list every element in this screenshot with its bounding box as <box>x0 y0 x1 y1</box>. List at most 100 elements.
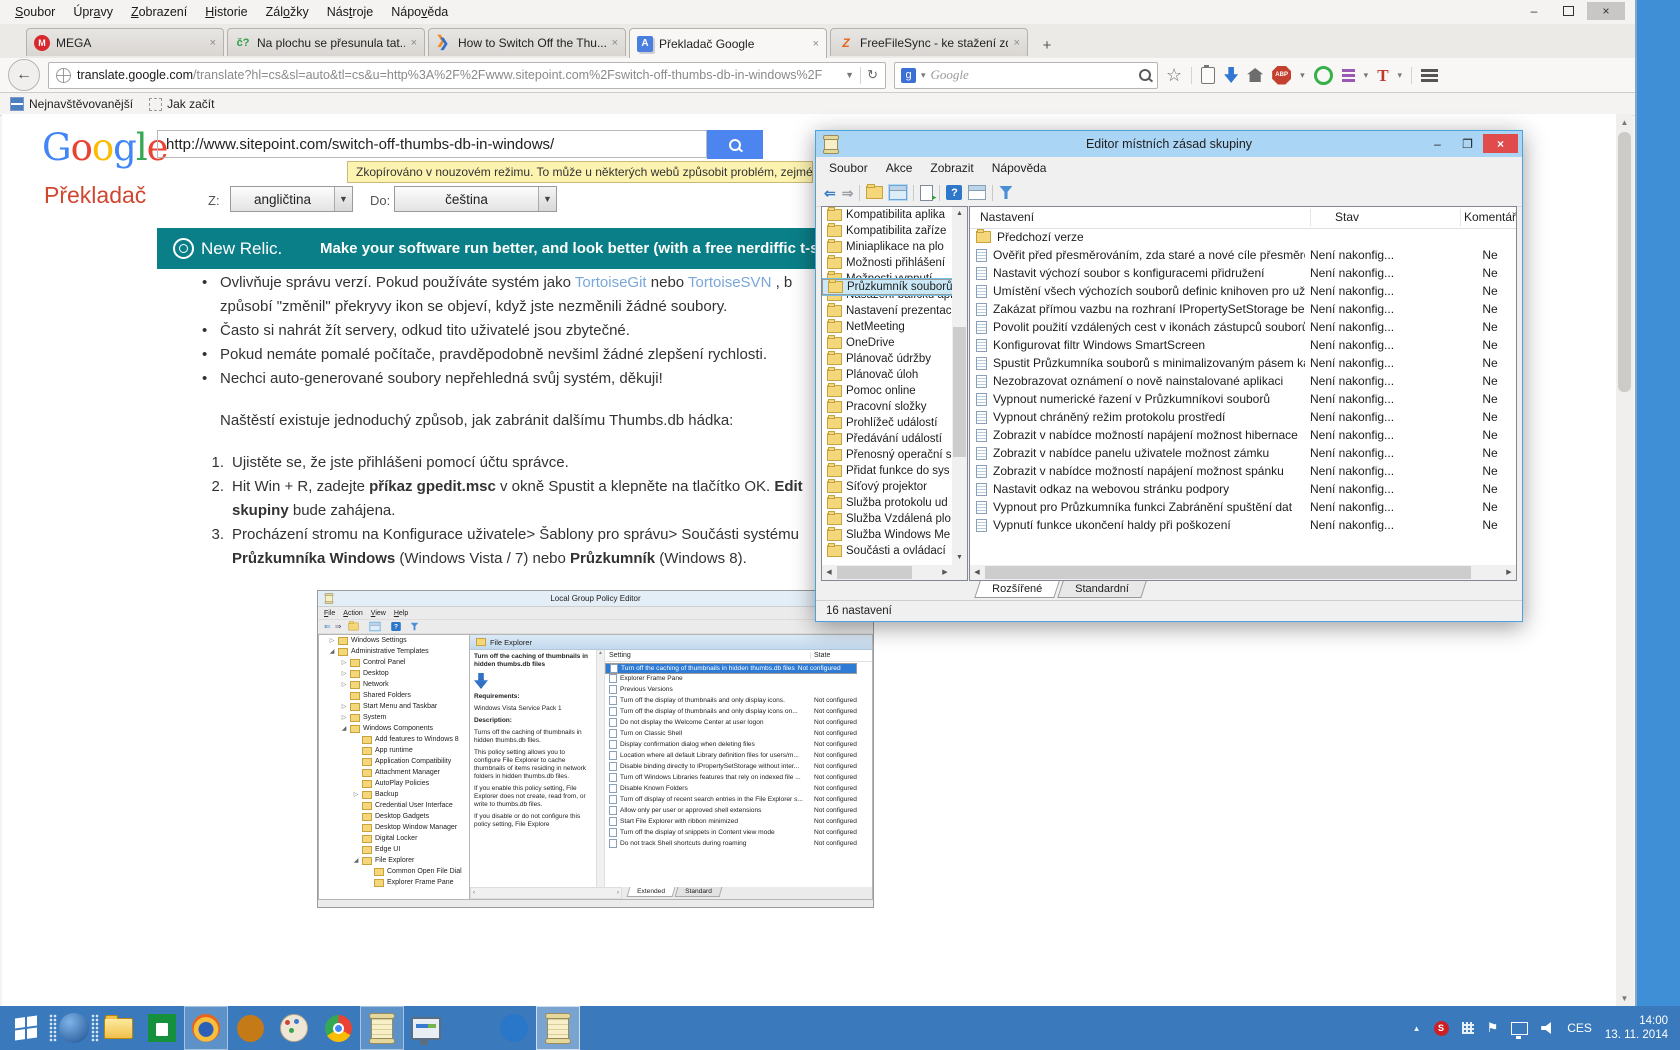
shot-setting-row[interactable]: Disable Known FoldersNot configured <box>605 783 872 794</box>
clock[interactable]: 14:00 13. 11. 2014 <box>1605 1014 1668 1042</box>
show-console-tree-icon[interactable] <box>889 185 907 200</box>
shot-setting-row[interactable]: Location where all default Library defin… <box>605 750 872 761</box>
taskbar-gpedit-1[interactable] <box>360 1006 404 1050</box>
shot-tree-item[interactable]: Desktop Window Manager <box>319 822 469 833</box>
gp-tree-item[interactable]: Pracovní složky <box>822 399 952 415</box>
shot-tree-item[interactable]: ▷Start Menu and Taskbar <box>319 701 469 712</box>
scroll-left-icon[interactable]: ◀ <box>970 565 984 580</box>
taskbar-thunderbird[interactable] <box>492 1006 536 1050</box>
back-icon[interactable]: ⇐ <box>824 186 836 200</box>
target-language-select[interactable]: čeština▼ <box>394 186 557 212</box>
gp-tree-item[interactable]: Miniaplikace na plo <box>822 239 952 255</box>
gp-tree-item[interactable]: Kompatibilita aplika <box>822 207 952 223</box>
shot-tree-item[interactable]: Explorer Frame Pane <box>319 877 469 888</box>
gp-tree-item[interactable]: Možnosti přihlášení <box>822 255 952 271</box>
gp-maximize-button[interactable]: ❐ <box>1453 134 1482 153</box>
shot-tree-item[interactable]: Digital Locker <box>319 833 469 844</box>
shot-tree-item[interactable]: Attachment Manager <box>319 767 469 778</box>
translate-url-input[interactable]: http://www.sitepoint.com/switch-off-thum… <box>157 130 707 158</box>
url-bar[interactable]: translate.google.com/translate?hl=cs&sl=… <box>48 62 886 89</box>
taskbar-gpedit-2[interactable] <box>536 1006 580 1050</box>
column-state[interactable]: Stav <box>1335 210 1359 224</box>
shot-setting-row[interactable]: Display confirmation dialog when deletin… <box>605 739 872 750</box>
language-indicator[interactable]: CES <box>1567 1021 1592 1035</box>
shot-tree-item[interactable]: App runtime <box>319 745 469 756</box>
action-center-flag-icon[interactable]: ⚑ <box>1487 1020 1499 1036</box>
browser-menu-item[interactable]: Zobrazení <box>122 2 196 22</box>
gp-setting-row[interactable]: Zakázat přímou vazbu na rozhraní IProper… <box>970 300 1516 318</box>
gp-setting-row[interactable]: Nezobrazovat oznámení o nově nainstalova… <box>970 372 1516 390</box>
search-icon[interactable] <box>1139 69 1151 81</box>
taskbar-system-monitor[interactable] <box>404 1006 448 1050</box>
gp-tree-item[interactable]: Kompatibilita zaříze <box>822 223 952 239</box>
url-dropdown-icon[interactable]: ▼ <box>845 70 854 80</box>
gp-tree-item[interactable]: Služba Vzdálená plo <box>822 511 952 527</box>
gp-tree-item[interactable]: Síťový projektor <box>822 479 952 495</box>
gp-tree-item[interactable]: Služba protokolu ud <box>822 495 952 511</box>
shot-setting-row[interactable]: Turn off the display of snippets in Cont… <box>605 827 872 838</box>
site-identity-globe-icon[interactable] <box>56 68 71 83</box>
gp-tree-item[interactable]: NetMeeting <box>822 319 952 335</box>
bookmark-most-visited[interactable]: Nejnavštěvovanější <box>10 97 133 111</box>
scrollbar-thumb[interactable] <box>953 327 966 457</box>
shot-tab[interactable]: Standard <box>674 887 722 897</box>
shot-tree-item[interactable]: ▷System <box>319 712 469 723</box>
reload-icon[interactable]: ↻ <box>867 67 878 83</box>
shot-tree-item[interactable]: Edge UI <box>319 844 469 855</box>
scroll-right-icon[interactable]: ▶ <box>1502 565 1516 580</box>
scrollbar-thumb[interactable] <box>985 566 1471 579</box>
gp-tree-item[interactable]: OneDrive <box>822 335 952 351</box>
clipboard-icon[interactable] <box>1201 67 1215 84</box>
page-scrollbar[interactable]: ▲ ▼ <box>1616 114 1633 1006</box>
browser-menu-item[interactable]: Záložky <box>257 2 318 22</box>
ghostery-icon[interactable] <box>1314 66 1333 85</box>
shot-tree-item[interactable]: ▷Windows Settings <box>319 635 469 646</box>
shot-tree-item[interactable]: Credential User Interface <box>319 800 469 811</box>
gp-tree-item[interactable]: Přenosný operační s <box>822 447 952 463</box>
start-button[interactable] <box>0 1006 52 1050</box>
forward-icon[interactable]: ⇒ <box>842 186 854 200</box>
tab-close-icon[interactable]: × <box>612 37 618 49</box>
gp-setting-row[interactable]: Předchozí verze <box>970 228 1516 246</box>
shot-setting-row[interactable]: Turn off Windows Libraries features that… <box>605 772 872 783</box>
shot-setting-row[interactable]: Allow only per user or approved shell ex… <box>605 805 872 816</box>
gp-setting-row[interactable]: Povolit použití vzdálených cest v ikonác… <box>970 318 1516 336</box>
shot-tree-item[interactable]: ▷Desktop <box>319 668 469 679</box>
gp-menu-item[interactable]: Soubor <box>820 159 877 177</box>
shot-tab[interactable]: Extended <box>627 887 676 897</box>
shot-setting-row[interactable]: Explorer Frame Pane <box>605 673 872 684</box>
tab-translate[interactable]: Překladač Google × <box>629 28 827 58</box>
gp-tree-hscrollbar[interactable]: ◀ ▶ <box>822 565 952 580</box>
volume-icon[interactable] <box>1541 1022 1554 1034</box>
taskbar-mail-client[interactable] <box>228 1006 272 1050</box>
search-box[interactable]: ▾ Google <box>894 62 1158 89</box>
gp-tree-vscrollbar[interactable]: ▲ ▼ <box>952 207 967 565</box>
shot-tree-item[interactable]: ◢File Explorer <box>319 855 469 866</box>
gp-minimize-button[interactable]: – <box>1423 134 1452 153</box>
tab-close-icon[interactable]: × <box>210 37 216 49</box>
shot-setting-row[interactable]: Previous Versions <box>605 684 872 695</box>
shot-tree-item[interactable]: Common Open File Dial <box>319 866 469 877</box>
gp-menu-item[interactable]: Nápověda <box>983 159 1056 177</box>
scroll-up-icon[interactable]: ▲ <box>952 207 967 221</box>
bookmark-star-icon[interactable]: ☆ <box>1166 65 1182 86</box>
gp-setting-row[interactable]: Zobrazit v nabídce možností napájení mož… <box>970 462 1516 480</box>
shot-setting-row[interactable]: Turn off display of recent search entrie… <box>605 794 872 805</box>
taskbar-windows-store[interactable] <box>140 1006 184 1050</box>
gp-titlebar[interactable]: Editor místních zásad skupiny – ❐ × <box>816 131 1522 157</box>
export-list-icon[interactable] <box>920 185 933 201</box>
shot-scrollbar[interactable]: ▲ <box>597 650 605 887</box>
shot-tree-item[interactable]: ▷Backup <box>319 789 469 800</box>
taskbar-paint[interactable] <box>272 1006 316 1050</box>
gp-setting-row[interactable]: Umístění všech výchozích souborů definic… <box>970 282 1516 300</box>
text-tool-icon[interactable]: T <box>1377 67 1388 84</box>
shot-tree-item[interactable]: Shared Folders <box>319 690 469 701</box>
gp-tree-item[interactable]: Pomoc online <box>822 383 952 399</box>
gp-tree-item[interactable]: Předávání událostí <box>822 431 952 447</box>
scroll-up-icon[interactable]: ▲ <box>1616 114 1633 130</box>
gp-close-button[interactable]: × <box>1483 134 1518 153</box>
adblock-plus-icon[interactable]: ABP <box>1272 66 1291 85</box>
shot-setting-row[interactable]: Start File Explorer with ribbon minimize… <box>605 816 872 827</box>
scroll-down-icon[interactable]: ▼ <box>952 551 967 565</box>
gp-setting-row[interactable]: Konfigurovat filtr Windows SmartScreen N… <box>970 336 1516 354</box>
